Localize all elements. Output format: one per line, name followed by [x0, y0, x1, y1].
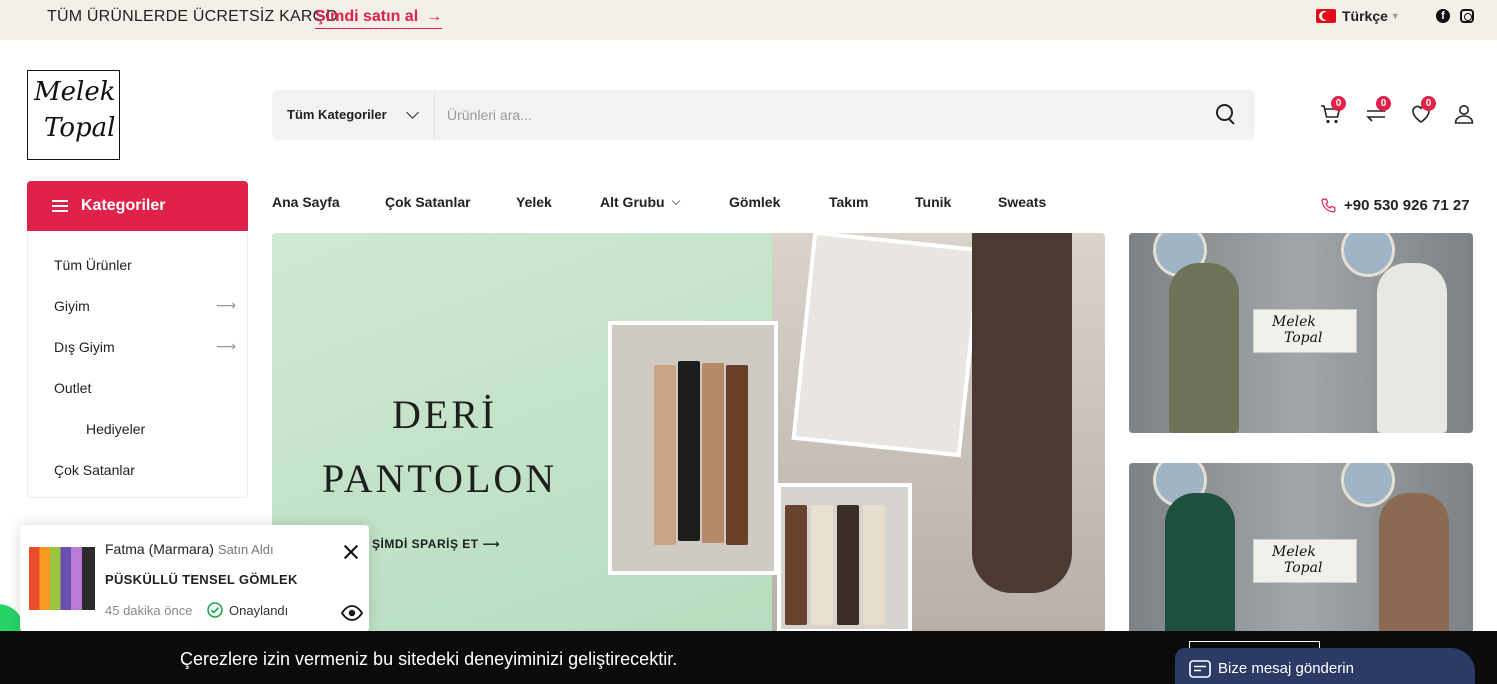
wishlist-count-badge: 0 [1421, 96, 1436, 111]
compare-count-badge: 0 [1376, 96, 1391, 111]
logo-sign-line2: Topal [1284, 330, 1323, 346]
nav-item-bottoms[interactable]: Alt Grubu [600, 194, 680, 210]
popup-product-name[interactable]: PÜSKÜLLÜ TENSEL GÖMLEK [105, 572, 298, 587]
nav-item-sweats[interactable]: Sweats [998, 194, 1046, 210]
hero-cta[interactable]: ŞİMDİ SPARİŞ ET ⟶ [372, 537, 500, 551]
sidebar-item-outerwear[interactable]: Dış Giyim [54, 339, 115, 355]
hero-photo-hanger [608, 321, 778, 575]
search-category-select[interactable]: Tüm Kategoriler [272, 90, 435, 140]
chat-widget-button[interactable]: Bize mesaj gönderin [1175, 648, 1475, 684]
recent-purchase-popup: Fatma (Marmara) Satın Aldı PÜSKÜLLÜ TENSE… [20, 525, 369, 632]
phone-icon [1321, 198, 1336, 213]
nav-item-tunic[interactable]: Tunik [915, 194, 951, 210]
chat-label: Bize mesaj gönderin [1218, 660, 1354, 677]
categories-label: Kategoriler [81, 197, 166, 214]
close-icon[interactable] [342, 543, 360, 561]
arrow-right-icon: → [426, 8, 443, 25]
phone-label: +90 530 926 71 27 [1344, 197, 1470, 214]
check-circle-icon [207, 602, 223, 618]
hero-banner[interactable]: DERİ PANTOLON ŞİMDİ SPARİŞ ET ⟶ [272, 233, 1105, 633]
product-thumbnail[interactable] [29, 547, 95, 610]
menu-icon [52, 200, 68, 212]
nav-item-best-sellers[interactable]: Çok Satanlar [385, 194, 471, 210]
user-icon [1454, 105, 1474, 124]
sidebar-item-gifts[interactable]: Hediyeler [86, 421, 145, 437]
verified-label: Onaylandı [229, 602, 289, 618]
compare-button[interactable]: 0 [1364, 96, 1391, 126]
nav-item-suit[interactable]: Takım [829, 194, 868, 210]
hero-title-line1: DERİ [392, 392, 498, 437]
language-selector[interactable]: Türkçe ▼ [1316, 8, 1400, 24]
arrow-right-icon[interactable]: ⟶ [216, 338, 236, 355]
side-banner-1[interactable]: Melek Topal [1129, 233, 1473, 433]
nav-item-vest[interactable]: Yelek [516, 194, 552, 210]
sidebar-item-clothing[interactable]: Giyim [54, 298, 90, 314]
sidebar-item-all-products[interactable]: Tüm Ürünler [54, 257, 132, 273]
top-bar: TÜM ÜRÜNLERDE ÜCRETSİZ KARGO Şimdi satın… [0, 0, 1497, 40]
logo-sign-line1: Melek [1272, 314, 1316, 330]
wishlist-button[interactable]: 0 [1409, 96, 1436, 126]
phone-number[interactable]: +90 530 926 71 27 [1320, 197, 1470, 214]
turkey-flag-icon [1316, 9, 1336, 23]
account-button[interactable] [1452, 102, 1476, 126]
search-category-label: Tüm Kategoriler [287, 107, 387, 122]
cookie-message: Çerezlere izin vermeniz bu sitedeki dene… [180, 649, 678, 669]
facebook-icon[interactable]: f [1436, 9, 1450, 23]
popup-time: 45 dakika önce [105, 603, 193, 618]
search-input[interactable] [447, 102, 1167, 128]
eye-icon[interactable] [341, 605, 363, 621]
categories-button[interactable]: Kategoriler [27, 181, 248, 231]
arrow-right-icon[interactable]: ⟶ [216, 297, 236, 314]
site-logo[interactable]: Melek Topal [27, 70, 120, 160]
hero-photo-model [791, 233, 983, 458]
hero-photo-leather-pants [972, 233, 1072, 593]
nav-item-home[interactable]: Ana Sayfa [272, 194, 340, 210]
free-shipping-text: TÜM ÜRÜNLERDE ÜCRETSİZ KARGO [47, 8, 338, 25]
logo-text-line1: Melek [34, 77, 116, 107]
nav-item-shirt[interactable]: Gömlek [729, 194, 780, 210]
mail-icon [1189, 660, 1211, 678]
category-sidebar: Tüm Ürünler Giyim ⟶ Dış Giyim ⟶ Outlet H… [27, 231, 248, 498]
popup-customer: Fatma (Marmara) Satın Aldı [105, 541, 274, 557]
popup-verified: Onaylandı [207, 602, 288, 618]
logo-sign: Melek Topal [1253, 539, 1357, 583]
language-label: Türkçe [1342, 8, 1388, 24]
sidebar-item-outlet[interactable]: Outlet [54, 380, 91, 396]
cart-button[interactable]: 0 [1319, 96, 1346, 126]
instagram-icon[interactable] [1460, 9, 1474, 23]
search-icon[interactable] [1216, 104, 1236, 124]
logo-sign-line1: Melek [1272, 544, 1316, 560]
chevron-down-icon [406, 106, 419, 119]
search-bar: Tüm Kategoriler [272, 90, 1255, 140]
model-photo [1169, 263, 1239, 433]
sidebar-item-best-sellers[interactable]: Çok Satanlar [54, 462, 135, 478]
customer-name: Fatma (Marmara) [105, 541, 214, 557]
purchase-action: Satın Aldı [217, 542, 274, 557]
buy-now-link[interactable]: Şimdi satın al → [315, 8, 443, 29]
model-photo [1377, 263, 1447, 433]
nav-item-bottoms-label: Alt Grubu [600, 194, 665, 210]
logo-sign-line2: Topal [1284, 560, 1323, 576]
buy-now-label: Şimdi satın al [315, 8, 419, 25]
cart-count-badge: 0 [1331, 96, 1346, 111]
logo-text-line2: Topal [44, 113, 116, 143]
hero-photo-pants-set [777, 483, 912, 633]
chevron-down-icon [671, 196, 680, 206]
chevron-down-icon: ▼ [1390, 11, 1400, 21]
hero-title-line2: PANTOLON [322, 456, 558, 501]
logo-sign: Melek Topal [1253, 309, 1357, 353]
